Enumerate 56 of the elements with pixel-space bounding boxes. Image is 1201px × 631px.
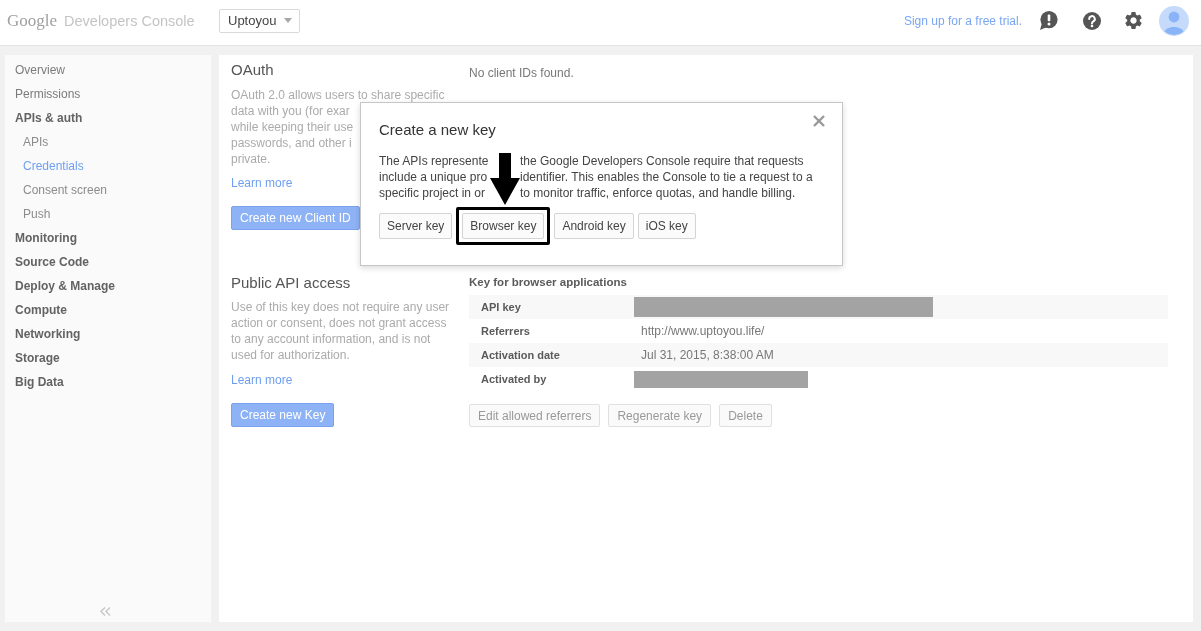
- nav-item[interactable]: Consent screen: [23, 178, 108, 202]
- description-text: while keeping their use: [231, 119, 354, 135]
- logo-wordmark[interactable]: Google: [7, 7, 58, 34]
- empty-message: No client IDs found.: [469, 65, 574, 81]
- nav-item[interactable]: Big Data: [15, 370, 64, 394]
- nav-item[interactable]: Storage: [15, 346, 60, 370]
- down-arrow-icon: [490, 153, 520, 205]
- description-text: passwords, and other i: [231, 135, 352, 151]
- section-title: Public API access: [231, 274, 351, 292]
- key-action-button[interactable]: Regenerate key: [608, 404, 712, 427]
- field-label: Referrers: [481, 323, 530, 339]
- learn-more-link[interactable]: Learn more: [231, 372, 293, 388]
- field-label: API key: [481, 299, 521, 315]
- field-label: Activation date: [481, 347, 560, 363]
- nav-item[interactable]: Permissions: [15, 82, 81, 106]
- description-text: OAuth 2.0 allows users to share specific: [231, 87, 445, 103]
- nav-item[interactable]: Compute: [15, 298, 67, 322]
- nav-item[interactable]: Overview: [15, 58, 65, 82]
- nav-item[interactable]: Source Code: [15, 250, 89, 274]
- key-type-button[interactable]: Android key: [554, 213, 634, 239]
- trial-link[interactable]: Sign up for a free trial.: [903, 11, 1022, 30]
- key-action-button[interactable]: Edit allowed referrers: [469, 404, 601, 427]
- nav-item[interactable]: Networking: [15, 322, 81, 346]
- product-title: Developers Console: [64, 11, 195, 31]
- description-text: the Google Developers Console require that requests: [520, 153, 804, 169]
- field-label: Activated by: [481, 371, 547, 387]
- caret-icon: [284, 18, 293, 23]
- key-type-button[interactable]: Server key: [379, 213, 453, 239]
- settings-icon[interactable]: [1123, 10, 1144, 31]
- nav-item[interactable]: Monitoring: [15, 226, 77, 250]
- close-icon[interactable]: [813, 115, 825, 127]
- key-title: Key for browser applications: [469, 275, 627, 290]
- description-text: Use of this key does not require any user action or consent, does not grant access to any account information, and is not used for authorization.: [231, 299, 451, 363]
- section-title: OAuth: [231, 61, 274, 79]
- nav-item[interactable]: APIs: [23, 130, 49, 154]
- key-type-button[interactable]: Browser key: [462, 213, 545, 239]
- description-text: The APIs represente: [379, 153, 489, 169]
- nav-item[interactable]: Push: [23, 202, 51, 226]
- description-text: private.: [231, 151, 271, 167]
- learn-more-link[interactable]: Learn more: [231, 175, 293, 191]
- description-text: data with you (for exar: [231, 103, 350, 119]
- key-action-button[interactable]: Delete: [719, 404, 772, 427]
- nav-item[interactable]: Deploy & Manage: [15, 274, 116, 298]
- dialog-title: Create a new key: [379, 121, 497, 139]
- description-text: identifier. This enables the Console to tie a request to a: [520, 169, 813, 185]
- help-icon[interactable]: [1083, 11, 1101, 30]
- description-text: specific project in or: [379, 185, 486, 201]
- nav-item[interactable]: Credentials: [23, 154, 84, 178]
- description-text: to monitor traffic, enforce quotas, and handle billing.: [520, 185, 796, 201]
- key-type-button[interactable]: iOS key: [637, 213, 696, 239]
- project-selector[interactable]: Uptoyou: [219, 8, 301, 33]
- alert-bubble-icon[interactable]: [1039, 11, 1058, 30]
- field-value: http://www.uptoyou.life/: [641, 323, 765, 340]
- description-text: include a unique pro: [379, 169, 488, 185]
- nav-item[interactable]: APIs & auth: [15, 106, 83, 130]
- field-value: Jul 31, 2015, 8:38:00 AM: [641, 347, 774, 364]
